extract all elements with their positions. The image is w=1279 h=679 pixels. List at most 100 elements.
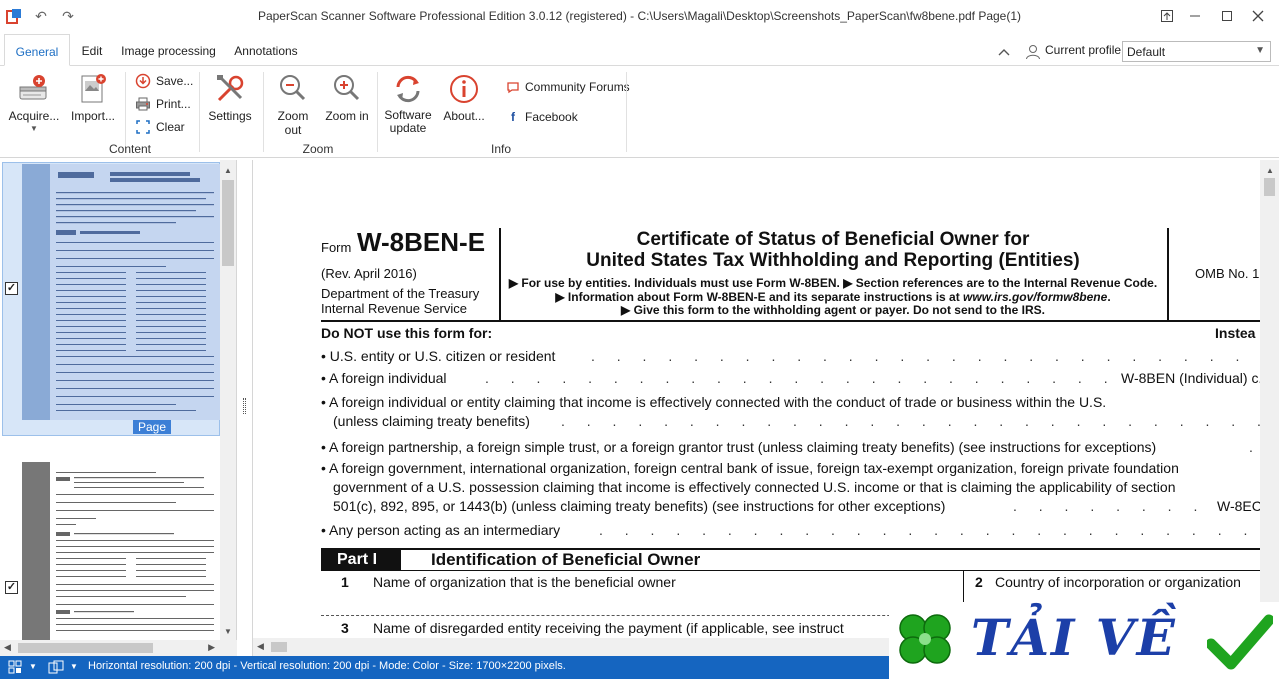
document-hscroll-thumb[interactable] — [271, 642, 287, 652]
exclusion-5: • A foreign government, international or… — [321, 460, 1179, 476]
form-title-line1: Certificate of Status of Beneficial Owne… — [636, 229, 1030, 250]
clear-label: Clear — [156, 120, 185, 134]
irs-name: Internal Revenue Service — [321, 301, 467, 316]
exclusion-5-form: W-8EC — [1211, 498, 1261, 514]
settings-label: Settings — [208, 109, 252, 123]
scroll-left-icon[interactable]: ◀ — [4, 642, 11, 653]
page-1-checkbox[interactable]: ✓ — [5, 282, 18, 295]
form-name: W-8BEN-E — [357, 227, 486, 257]
software-update-line2: update — [389, 121, 427, 135]
acquire-label: Acquire... — [8, 109, 60, 123]
info-icon — [447, 72, 481, 106]
window-title: PaperScan Scanner Software Professional … — [257, 9, 1022, 23]
exclusion-4: • A foreign partnership, a foreign simpl… — [321, 439, 1157, 455]
clover-icon — [891, 608, 959, 677]
zoom-in-button[interactable]: Zoom in — [324, 72, 370, 123]
tools-icon — [213, 72, 247, 106]
page-layout-icon[interactable] — [48, 660, 64, 677]
thumbnail-scroll-thumb[interactable] — [222, 180, 234, 266]
line-2-number: 2 — [975, 574, 983, 590]
community-forums-link[interactable]: Community Forums — [506, 80, 630, 94]
scanner-icon — [17, 72, 51, 106]
community-label: Community Forums — [525, 80, 630, 94]
restore-ribbon-icon[interactable] — [1152, 4, 1182, 28]
form-subtitle-3: ▶ Give this form to the withholding agen… — [621, 303, 1045, 317]
exclusion-6: • Any person acting as an intermediary — [321, 522, 561, 538]
line-3-number: 3 — [341, 620, 349, 636]
zoom-out-label: Zoom out — [277, 109, 309, 137]
scroll-left-icon[interactable]: ◀ — [257, 641, 264, 652]
subtitle-2-url: www.irs.gov/formw8bene — [963, 290, 1108, 304]
print-button[interactable]: Print... — [135, 96, 191, 112]
settings-button[interactable]: Settings — [205, 72, 255, 123]
document-viewer[interactable]: Form W-8BEN-E (Rev. April 2016) Departme… — [252, 160, 1279, 656]
page-2-checkbox[interactable]: ✓ — [5, 581, 18, 594]
tab-general[interactable]: General — [4, 34, 70, 66]
exclusion-3-cont: (unless claiming treaty benefits) — [333, 413, 530, 429]
header-divider — [1167, 228, 1169, 320]
document-vertical-scrollbar[interactable]: ▲ — [1260, 160, 1279, 638]
ribbon-separator — [377, 72, 378, 152]
software-update-button[interactable]: Software update — [381, 72, 435, 135]
part-label: Part I — [321, 549, 401, 570]
update-icon — [391, 72, 425, 106]
group-info-label: Info — [490, 142, 511, 156]
clear-icon — [136, 120, 150, 134]
scroll-up-icon[interactable]: ▲ — [224, 166, 232, 175]
scroll-down-icon[interactable]: ▼ — [224, 627, 232, 636]
facebook-link[interactable]: f Facebook — [506, 110, 578, 124]
profile-icon — [1025, 44, 1041, 63]
checkmark-icon — [1205, 612, 1275, 675]
thumbnail-vertical-scrollbar[interactable]: ▲ ▼ — [220, 160, 236, 640]
thumbnail-hscroll-thumb[interactable] — [18, 643, 153, 653]
maximize-button[interactable] — [1212, 4, 1242, 28]
collapse-ribbon-icon[interactable] — [998, 45, 1012, 56]
scroll-up-icon[interactable]: ▲ — [1266, 166, 1274, 175]
ribbon-separator — [125, 72, 126, 152]
save-icon — [135, 73, 151, 89]
thumbnail-page-2[interactable] — [22, 462, 220, 640]
app-window: ↶ ↷ PaperScan Scanner Software Professio… — [0, 0, 1279, 679]
chevron-down-icon: ▼ — [1255, 45, 1265, 56]
save-button[interactable]: Save... — [135, 73, 193, 89]
import-button[interactable]: Import... — [66, 72, 120, 123]
scroll-right-icon[interactable]: ▶ — [208, 642, 215, 653]
line-3-label: Name of disregarded entity receiving the… — [373, 620, 844, 636]
thumbnail-pane: Page 1 ✓ ✓ ▲ ▼ ◀ ▶ — [0, 160, 237, 656]
zoom-out-button[interactable]: Zoom out — [268, 72, 318, 137]
tab-image-processing[interactable]: Image processing — [118, 34, 219, 66]
tab-edit[interactable]: Edit — [74, 34, 110, 66]
layout-dropdown-icon[interactable]: ▼ — [70, 662, 78, 671]
software-update-label: Software update — [381, 109, 435, 135]
fit-page-icon[interactable] — [8, 660, 22, 677]
acquire-button[interactable]: Acquire... ▼ — [4, 72, 64, 133]
header-rule — [321, 320, 1261, 322]
line-1-label: Name of organization that is the benefic… — [373, 574, 676, 590]
printer-icon — [136, 97, 150, 111]
thumbnail-page-1[interactable] — [22, 164, 220, 420]
view-dropdown-icon[interactable]: ▼ — [29, 662, 37, 671]
pane-splitter[interactable] — [238, 160, 252, 656]
form-title-line2: United States Tax Withholding and Report… — [586, 250, 1080, 271]
ribbon-separator — [263, 72, 264, 152]
close-button[interactable] — [1243, 4, 1273, 28]
ribbon-tabs: General Edit Image processing Annotation… — [0, 32, 1279, 66]
profile-label: Current profile: — [1045, 43, 1125, 57]
acquire-dropdown-icon[interactable]: ▼ — [4, 124, 64, 133]
tab-annotations[interactable]: Annotations — [228, 34, 304, 66]
profile-select[interactable]: Default ▼ — [1122, 41, 1271, 62]
thumbnail-label: Page 1 — [133, 420, 171, 448]
form-label: Form — [321, 240, 352, 255]
print-label: Print... — [156, 97, 191, 111]
do-not-use-heading: Do NOT use this form for: — [321, 325, 493, 341]
minimize-button[interactable] — [1180, 4, 1210, 28]
chat-icon — [507, 82, 519, 94]
form-subtitle-1: ▶ For use by entities. Individuals must … — [508, 276, 1158, 290]
group-content-label: Content — [108, 142, 152, 156]
thumbnail-horizontal-scrollbar[interactable]: ◀ ▶ — [0, 640, 237, 656]
clear-button[interactable]: Clear — [135, 119, 185, 135]
document-scroll-thumb[interactable] — [1264, 178, 1275, 196]
watermark-text: TẢI VỀ — [971, 608, 1177, 667]
about-button[interactable]: About... — [438, 72, 490, 123]
dot-leader: . . . . . . . . . . . . . . . . . . . . … — [599, 522, 1261, 538]
